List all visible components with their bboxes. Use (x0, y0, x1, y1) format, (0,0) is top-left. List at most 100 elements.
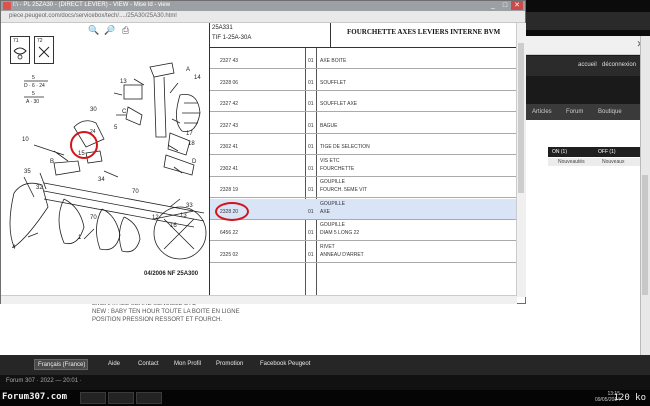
part-description: SOUFFLET (320, 79, 347, 86)
post-text-line: NEW : BABY TEN HOUR TOUTE LA BOITE EN LI… (92, 309, 240, 315)
popup-scrollbar-thumb[interactable] (518, 43, 524, 193)
part-description: AXE BOITE (320, 58, 347, 64)
maximize-button[interactable]: □ (499, 1, 511, 10)
gearbox-drawing: 5 D · 6 · 24 5 A · 30 A14 1330 C5 1718 D… (9, 62, 207, 260)
background-address-bar[interactable]: ✕ (526, 36, 650, 55)
close-button[interactable]: ✕ (511, 1, 523, 10)
svg-text:13: 13 (180, 213, 187, 219)
header-link-logout[interactable]: déconnexion (602, 62, 636, 68)
tab-online[interactable]: ON (1) (552, 149, 567, 155)
part-quantity: 01 (308, 122, 314, 129)
part-reference: 2302 41 (220, 144, 239, 150)
table-row[interactable]: 2328 19 01 GOUPILLE FOURCH. 5EME VIT (210, 177, 517, 198)
popup-vertical-scrollbar[interactable] (516, 23, 526, 297)
window-title: I:\ - PL 25ZA30 - (DIRECT LEVIER) - VIEW… (13, 2, 171, 8)
part-reference: 2328 19 (220, 187, 239, 193)
part-description: ANNEAU D'ARRET (320, 251, 364, 258)
svg-text:24: 24 (90, 129, 96, 135)
window-titlebar[interactable]: I:\ - PL 25ZA30 - (DIRECT LEVIER) - VIEW… (1, 1, 525, 11)
svg-text:5: 5 (32, 91, 35, 97)
table-row[interactable]: 2327 42 01 SOUFFLET AXE (210, 91, 517, 112)
page-scrollbar-thumb[interactable] (642, 175, 648, 295)
minimize-button[interactable]: _ (487, 1, 499, 10)
tab-offline[interactable]: OFF (1) (598, 149, 616, 155)
svg-text:12: 12 (152, 215, 159, 221)
table-row[interactable]: 2302 41 01 VIS ETC FOURCHETTE (210, 156, 517, 177)
svg-text:33: 33 (186, 203, 193, 209)
svg-text:C: C (122, 109, 127, 115)
header-link-home[interactable]: accueil (578, 62, 597, 68)
svg-text:1: 1 (78, 235, 82, 241)
table-row[interactable]: 2302 41 01 TIGE DE SELECTION (210, 134, 517, 155)
catalog-subtitle: TIF 1-25A-30A (212, 35, 252, 41)
popup-address-bar[interactable]: piece.peugeot.com/docs/servicebox/tech/.… (1, 11, 525, 23)
svg-text:34: 34 (98, 177, 105, 183)
table-row[interactable]: 2328 06 01 SOUFFLET (210, 70, 517, 91)
table-row[interactable]: 2328 20 01 GOUPILLE AXE (210, 198, 517, 221)
svg-text:35: 35 (24, 169, 31, 175)
tab-row-label: Nouveautés (558, 159, 585, 165)
part-name: VIS ETC (320, 157, 340, 164)
part-name: RIVET (320, 243, 335, 250)
status-text: Forum 307 · 2022 — 20:01 · (6, 378, 82, 384)
popup-url: piece.peugeot.com/docs/servicebox/tech/.… (9, 13, 177, 19)
highlight-circle (215, 201, 249, 221)
forum-nav: Articles Forum Boutique (526, 104, 640, 120)
table-row[interactable]: 2327 43 01 AXE BOITE (210, 48, 517, 69)
popup-horizontal-scrollbar[interactable] (1, 295, 517, 304)
part-quantity: 01 (308, 165, 314, 172)
network-speed: 120 ko (613, 393, 646, 403)
taskbar-button[interactable] (80, 392, 106, 404)
taskbar-button[interactable] (136, 392, 162, 404)
table-row[interactable]: 6456 22 01 GOUPILLE DIAM 5 LONG 22 (210, 220, 517, 241)
footer-link-help[interactable]: Aide (108, 361, 120, 367)
part-description: SOUFFLET AXE (320, 101, 358, 107)
parts-catalog-window: I:\ - PL 25ZA30 - (DIRECT LEVIER) - VIEW… (0, 0, 526, 304)
svg-text:B: B (50, 159, 54, 165)
forum-header: accueil déconnexion (526, 56, 640, 76)
svg-text:16: 16 (170, 223, 177, 229)
svg-text:18: 18 (188, 141, 195, 147)
parts-table: 25A331 TIF 1-25A-30A FOURCHETTE AXES LEV… (209, 23, 517, 295)
part-quantity: 01 (308, 251, 314, 258)
svg-text:D: D (192, 159, 197, 165)
exploded-diagram: 🔍 🔎 ⎙ 71 72 5 D · 6 · 24 5 A · 30 A 14 1… (4, 23, 208, 295)
part-description: BAGUE (320, 122, 338, 129)
part-quantity: 01 (308, 101, 314, 107)
language-select[interactable]: Français (France) (34, 359, 88, 370)
svg-text:30: 30 (90, 107, 97, 113)
svg-text:32: 32 (36, 185, 43, 191)
nav-item[interactable]: Boutique (598, 109, 622, 115)
nav-item[interactable]: Forum (566, 109, 583, 115)
svg-text:70: 70 (132, 189, 139, 195)
part-name: GOUPILLE (320, 179, 346, 185)
svg-text:D · 6 · 24: D · 6 · 24 (24, 83, 45, 89)
footer-link-promo[interactable]: Promotion (216, 361, 243, 367)
browser-icon (3, 2, 11, 10)
table-header-title: FOURCHETTE AXES LEVIERS INTERNE BVM (331, 23, 516, 48)
table-row[interactable]: 2327 43 01 BAGUE (210, 113, 517, 134)
svg-text:5: 5 (32, 75, 35, 81)
footer-link-profile[interactable]: Mon Profil (174, 361, 201, 367)
part-description: DIAM 5 LONG 22 (320, 230, 360, 236)
part-description: FOURCHETTE (320, 165, 355, 172)
part-reference: 2327 43 (220, 58, 239, 64)
table-row[interactable]: 2325 02 01 RIVET ANNEAU D'ARRET (210, 242, 517, 263)
part-description: FOURCH. 5EME VIT (320, 187, 367, 193)
status-tabs: ON (1) OFF (1) (548, 147, 640, 157)
nav-item[interactable]: Articles (532, 109, 552, 115)
part-reference: 2327 43 (220, 122, 239, 129)
taskbar-button[interactable] (108, 392, 134, 404)
part-reference: 2327 42 (220, 101, 239, 107)
status-tab-row: Nouveautés Nouveaux (548, 158, 640, 166)
forum-post-area: EMBRAYAGE SERRE SENSIBLE ETC NEW : BABY … (0, 300, 640, 355)
part-quantity: 01 (308, 58, 314, 64)
part-reference: 2302 41 (220, 165, 239, 172)
part-reference: 2325 02 (220, 251, 239, 258)
forum-footer: Français (France) Aide Contact Mon Profi… (0, 355, 650, 375)
part-quantity: 01 (308, 79, 314, 86)
footer-link-contact[interactable]: Contact (138, 361, 159, 367)
footer-link-facebook[interactable]: Facebook Peugeot (260, 361, 310, 367)
taskbar: Forum307.com 13:15 09/05/2014 120 ko (0, 390, 650, 406)
svg-text:10: 10 (22, 137, 29, 143)
